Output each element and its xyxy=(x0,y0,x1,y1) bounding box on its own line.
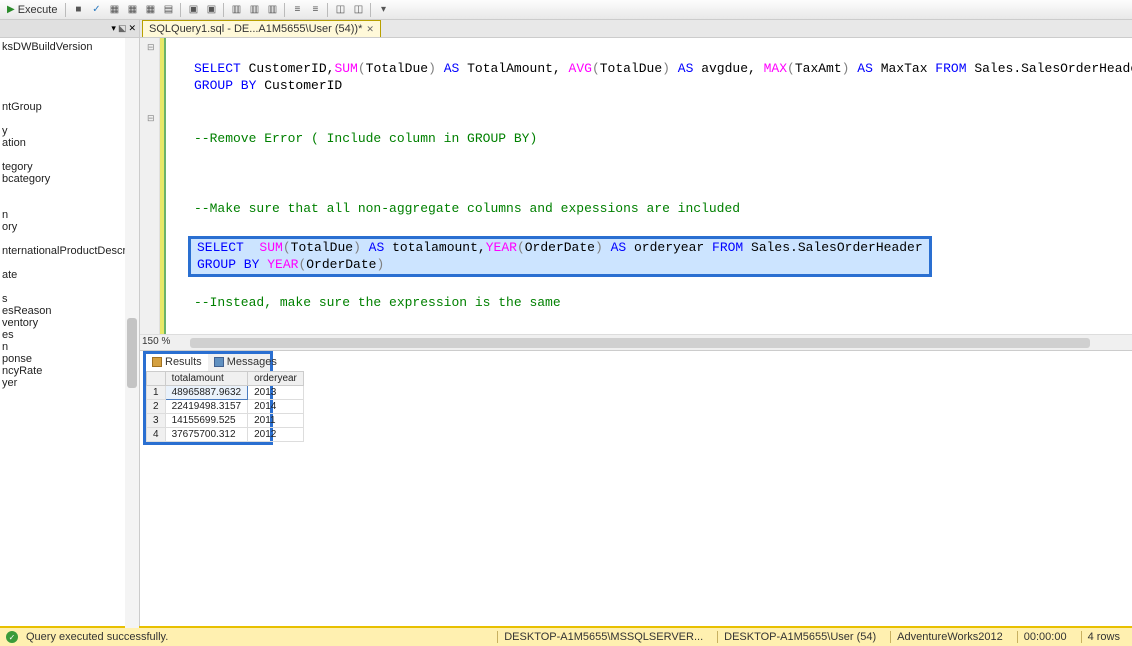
tree-item[interactable]: esReason xyxy=(0,304,139,316)
tree-item[interactable]: ate xyxy=(0,268,139,280)
play-icon: ▶ xyxy=(7,4,15,15)
object-explorer-header: ▾ ⬕ ✕ xyxy=(0,20,139,38)
status-message: Query executed successfully. xyxy=(26,631,168,643)
toolbar-icon[interactable]: ▥ xyxy=(228,2,244,18)
tree-item[interactable]: ksDWBuildVersion xyxy=(0,40,139,52)
tree-item[interactable] xyxy=(0,112,139,124)
horizontal-scrollbar[interactable]: 150 % xyxy=(140,334,1132,350)
tree-item[interactable] xyxy=(0,64,139,76)
tree-item[interactable] xyxy=(0,52,139,64)
tree-item[interactable]: ory xyxy=(0,220,139,232)
document-tabs: SQLQuery1.sql - DE...A1M5655\User (54))*… xyxy=(140,20,1132,38)
toolbar-icon[interactable]: ▣ xyxy=(203,2,219,18)
tree-item[interactable]: es xyxy=(0,328,139,340)
results-grid[interactable]: totalamountorderyear 148965887.96322013 … xyxy=(146,371,304,442)
toolbar-icon[interactable]: ▤ xyxy=(160,2,176,18)
dropdown-icon[interactable]: ▾ xyxy=(111,23,116,34)
close-icon[interactable]: ✕ xyxy=(366,24,374,35)
toolbar-icon[interactable]: ▦ xyxy=(124,2,140,18)
tree-item[interactable] xyxy=(0,148,139,160)
toolbar-icon[interactable]: ▦ xyxy=(106,2,122,18)
success-icon: ✓ xyxy=(6,631,18,643)
outline-marker[interactable]: ⊟ xyxy=(147,42,155,53)
tree-item[interactable] xyxy=(0,76,139,88)
execute-button[interactable]: ▶Execute xyxy=(3,2,61,18)
toolbar-icon[interactable]: ▣ xyxy=(185,2,201,18)
status-time: 00:00:00 xyxy=(1017,631,1073,643)
table-row: 314155699.5252011 xyxy=(147,413,304,427)
status-database: AdventureWorks2012 xyxy=(890,631,1009,643)
tree-item[interactable] xyxy=(0,184,139,196)
toolbar-icon[interactable]: ▥ xyxy=(264,2,280,18)
tree-item[interactable]: s xyxy=(0,292,139,304)
outline-marker[interactable]: ⊟ xyxy=(147,113,155,124)
col-header[interactable]: totalamount xyxy=(165,371,248,385)
toolbar-icon[interactable]: ▾ xyxy=(375,2,391,18)
close-icon[interactable]: ✕ xyxy=(128,23,136,34)
status-user: DESKTOP-A1M5655\User (54) xyxy=(717,631,882,643)
object-explorer-tree[interactable]: ksDWBuildVersion ntGroup yation tegorybcate… xyxy=(0,38,139,626)
tree-item[interactable] xyxy=(0,196,139,208)
status-server: DESKTOP-A1M5655\MSSQLSERVER... xyxy=(497,631,709,643)
debug-icon[interactable]: ■ xyxy=(70,2,86,18)
col-header[interactable]: orderyear xyxy=(248,371,304,385)
tab-results[interactable]: Results xyxy=(146,354,208,371)
tree-item[interactable]: yer xyxy=(0,376,139,388)
toolbar-icon[interactable]: ◫ xyxy=(350,2,366,18)
table-row: 148965887.96322013 xyxy=(147,385,304,399)
editor-gutter: ⊟ ⊟ xyxy=(140,38,160,334)
object-explorer: ▾ ⬕ ✕ ksDWBuildVersion ntGroup yation tegor… xyxy=(0,20,140,626)
tree-item[interactable] xyxy=(0,280,139,292)
tree-item[interactable]: nternationalProductDescription xyxy=(0,244,139,256)
tree-item[interactable]: ntGroup xyxy=(0,100,139,112)
tree-item[interactable]: n xyxy=(0,208,139,220)
tree-item[interactable]: ation xyxy=(0,136,139,148)
tree-item[interactable]: ponse xyxy=(0,352,139,364)
toolbar-icon[interactable]: ◫ xyxy=(332,2,348,18)
vertical-scrollbar[interactable] xyxy=(125,38,139,628)
status-bar: ✓ Query executed successfully. DESKTOP-A… xyxy=(0,626,1132,646)
table-row: 437675700.3122012 xyxy=(147,427,304,441)
sql-editor[interactable]: ⊟ ⊟ SELECT CustomerID,SUM(TotalDue) AS T… xyxy=(140,38,1132,334)
grid-icon xyxy=(152,357,162,367)
check-icon[interactable]: ✓ xyxy=(88,2,104,18)
status-rows: 4 rows xyxy=(1081,631,1126,643)
tree-item[interactable]: n xyxy=(0,340,139,352)
results-tabs: Results Messages xyxy=(143,351,273,371)
message-icon xyxy=(214,357,224,367)
tree-item[interactable]: ventory xyxy=(0,316,139,328)
tree-item[interactable]: y xyxy=(0,124,139,136)
tree-item[interactable] xyxy=(0,256,139,268)
tree-item[interactable] xyxy=(0,232,139,244)
code-area[interactable]: SELECT CustomerID,SUM(TotalDue) AS Total… xyxy=(160,38,1132,334)
table-row: 222419498.31572014 xyxy=(147,399,304,413)
execute-label: Execute xyxy=(18,4,58,16)
toolbar-icon[interactable]: ▦ xyxy=(142,2,158,18)
indent-icon[interactable]: ≡ xyxy=(289,2,305,18)
tab-messages[interactable]: Messages xyxy=(208,354,283,371)
zoom-level[interactable]: 150 % xyxy=(142,336,170,347)
file-tab-label: SQLQuery1.sql - DE...A1M5655\User (54))* xyxy=(149,23,362,35)
tree-item[interactable]: tegory xyxy=(0,160,139,172)
tree-item[interactable]: ncyRate xyxy=(0,364,139,376)
tree-item[interactable]: bcategory xyxy=(0,172,139,184)
pin-icon[interactable]: ⬕ xyxy=(118,23,127,34)
file-tab[interactable]: SQLQuery1.sql - DE...A1M5655\User (54))*… xyxy=(142,20,381,37)
indent-icon[interactable]: ≡ xyxy=(307,2,323,18)
results-panel: Results Messages totalamountorderyear 14… xyxy=(140,350,1132,626)
main-toolbar: ▶Execute ■ ✓ ▦ ▦ ▦ ▤ ▣ ▣ ▥ ▥ ▥ ≡ ≡ ◫ ◫ ▾ xyxy=(0,0,1132,20)
tree-item[interactable] xyxy=(0,88,139,100)
highlighted-query: SELECT SUM(TotalDue) AS totalamount,YEAR… xyxy=(188,236,932,277)
toolbar-icon[interactable]: ▥ xyxy=(246,2,262,18)
